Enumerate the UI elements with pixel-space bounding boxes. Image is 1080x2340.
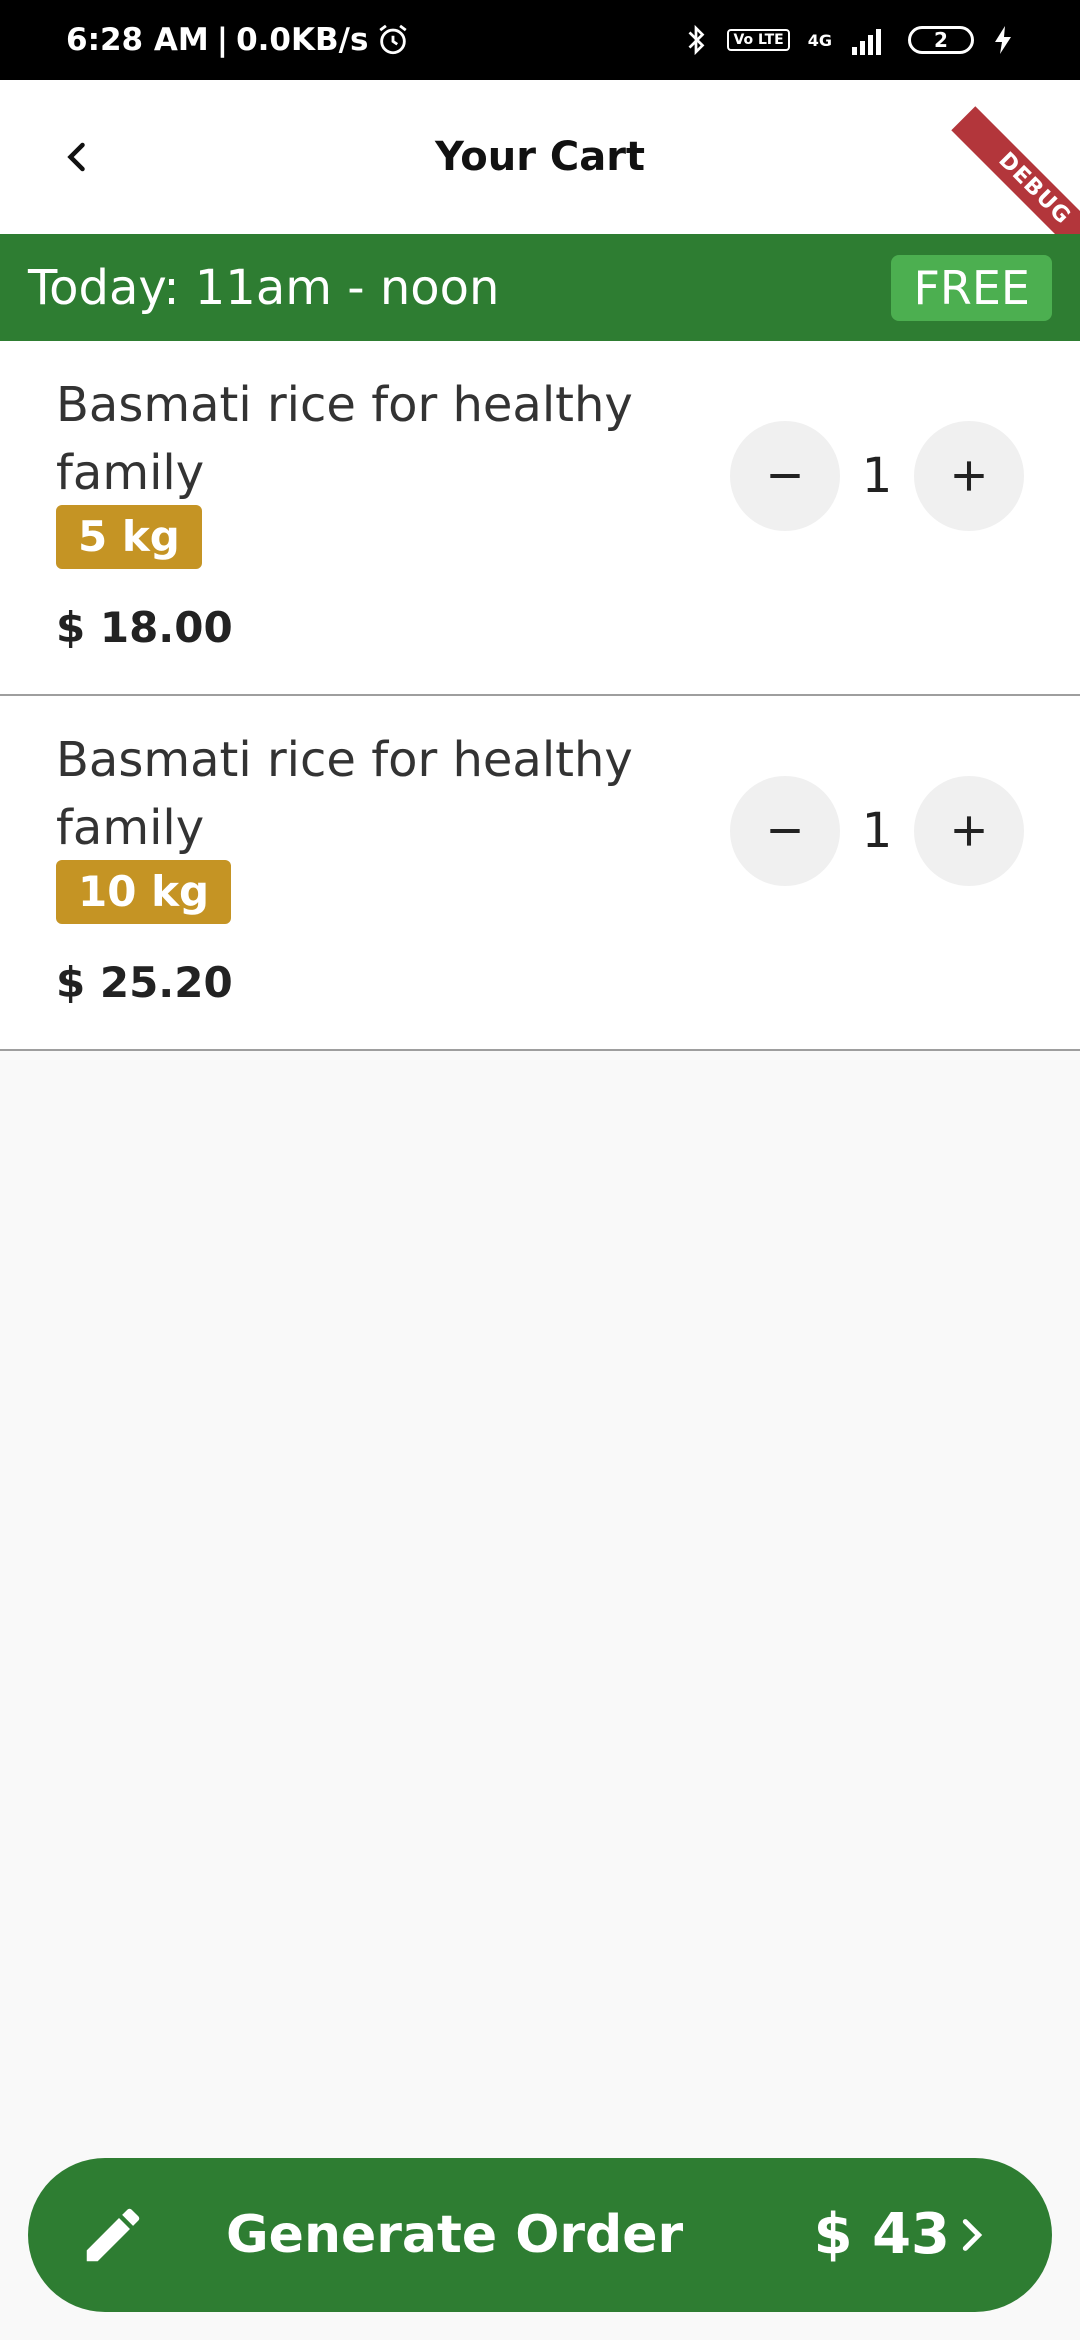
status-time: 6:28 AM <box>66 22 209 58</box>
item-price: $ 25.20 <box>56 958 233 1007</box>
increase-button[interactable] <box>914 421 1024 531</box>
weight-badge: 5 kg <box>56 505 202 569</box>
item-name: Basmati rice for healthy family <box>56 732 633 856</box>
bluetooth-icon <box>688 24 705 56</box>
decrease-button[interactable] <box>730 776 840 886</box>
order-total: $ 43 <box>813 2202 950 2267</box>
battery-icon: 2 <box>908 26 974 54</box>
quantity-stepper: 1 <box>730 421 1024 531</box>
chevron-left-icon <box>67 142 85 172</box>
quantity-value: 1 <box>861 803 893 859</box>
minus-icon <box>770 473 800 479</box>
chevron-right-icon <box>962 2219 983 2251</box>
network-label: 4G <box>807 30 832 50</box>
app-bar: Your Cart DEBUG <box>0 80 1080 272</box>
back-button[interactable] <box>46 125 110 189</box>
cart-item: Basmati rice for healthy family 5 kg $ 1… <box>0 341 1080 696</box>
quantity-stepper: 1 <box>730 776 1024 886</box>
cart-list: Basmati rice for healthy family 5 kg $ 1… <box>0 341 1080 1051</box>
signal-icon <box>852 29 881 55</box>
status-speed: 0.0KB/s <box>236 22 369 58</box>
item-name: Basmati rice for healthy family <box>56 377 633 501</box>
delivery-banner: Today: 11am - noon FREE <box>0 234 1080 341</box>
delivery-slot: Today: 11am - noon <box>28 259 500 316</box>
alarm-icon <box>379 24 408 55</box>
order-label: Generate Order <box>226 2205 684 2265</box>
minus-icon <box>770 828 800 834</box>
increase-button[interactable] <box>914 776 1024 886</box>
weight-badge: 10 kg <box>56 860 232 924</box>
plus-icon <box>954 816 984 846</box>
charging-icon <box>995 26 1011 54</box>
status-divider: | <box>216 22 229 58</box>
delivery-fee-badge: FREE <box>891 254 1052 321</box>
quantity-value: 1 <box>861 448 893 504</box>
volte-icon: Vo LTE <box>727 29 790 51</box>
cart-item: Basmati rice for healthy family 10 kg $ … <box>0 696 1080 1051</box>
item-price: $ 18.00 <box>56 603 233 652</box>
page-title: Your Cart <box>434 134 646 180</box>
decrease-button[interactable] <box>730 421 840 531</box>
plus-icon <box>954 461 984 491</box>
pencil-icon <box>86 2208 140 2262</box>
generate-order-button[interactable]: Generate Order $ 43 <box>28 2158 1052 2312</box>
status-bar: 6:28 AM | 0.0KB/s Vo LTE 4G 2 <box>0 0 1080 80</box>
